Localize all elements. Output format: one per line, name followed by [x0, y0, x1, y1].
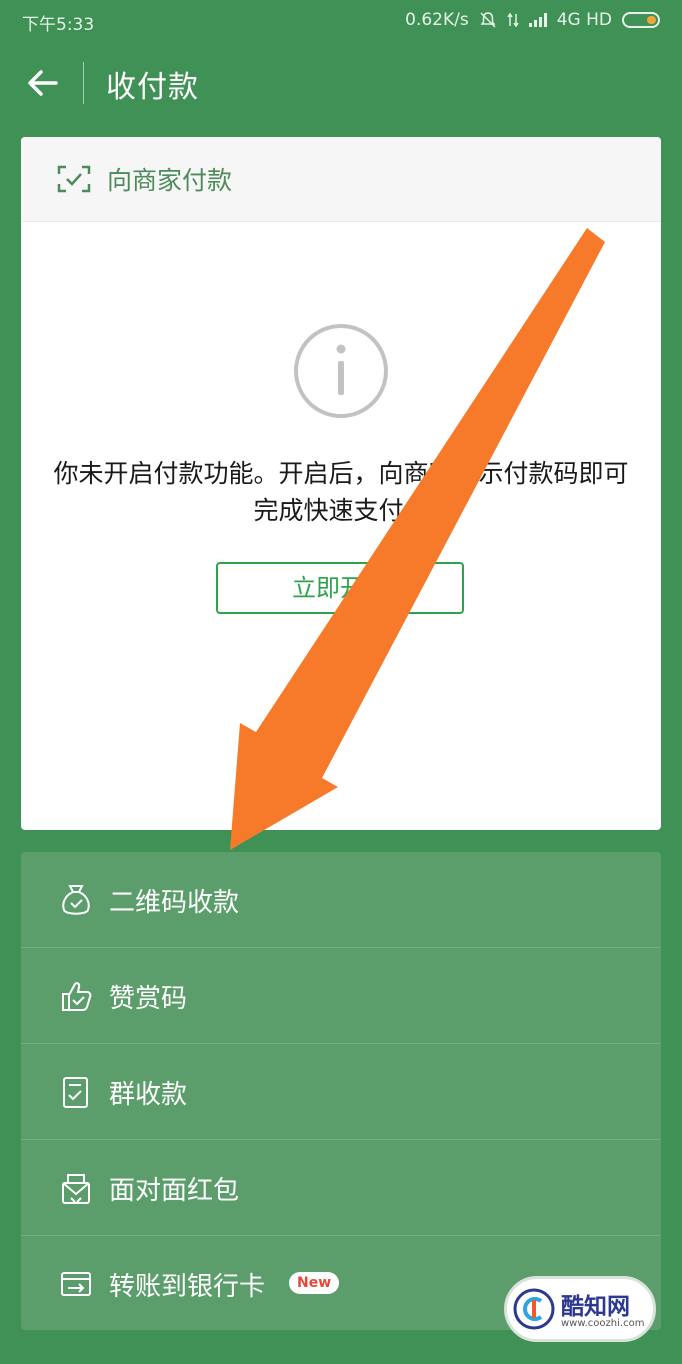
pay-card-title: 向商家付款 — [107, 166, 233, 195]
status-bar: 下午5:33 0.62K/s 4G HD — [0, 0, 682, 40]
menu-item-label: 二维码收款 — [109, 888, 240, 918]
status-indicators: 0.62K/s 4G HD — [405, 10, 660, 30]
site-watermark: 酷知网 www.coozhi.com — [504, 1276, 656, 1342]
enable-payment-button[interactable]: 立即开启 — [216, 562, 464, 614]
pay-card-header: 向商家付款 — [21, 137, 661, 222]
menu-item-label: 面对面红包 — [109, 1176, 240, 1206]
menu-item-label: 赞赏码 — [109, 984, 188, 1014]
mute-icon — [480, 12, 496, 28]
info-icon — [294, 324, 388, 418]
app-bar: 收付款 — [0, 40, 682, 126]
coozhi-logo-icon — [513, 1288, 555, 1330]
watermark-url: www.coozhi.com — [561, 1318, 645, 1329]
group-collect-icon — [63, 1077, 88, 1108]
thumbs-up-icon — [62, 982, 92, 1011]
new-badge: New — [289, 1272, 340, 1294]
app-bar-divider — [83, 62, 84, 104]
menu-item-group-collect[interactable]: 群收款 — [21, 1044, 661, 1140]
watermark-name: 酷知网 — [561, 1294, 630, 1320]
pay-merchant-card: 向商家付款 你未开启付款功能。开启后，向商家出示付款码即可完成快速支付。 立即开… — [21, 137, 661, 830]
signal-icon — [528, 13, 547, 27]
scan-check-icon — [57, 165, 91, 193]
battery-icon — [622, 12, 660, 28]
menu-item-label: 群收款 — [109, 1080, 188, 1110]
menu-item-face-to-face-red-packet[interactable]: 面对面红包 — [21, 1140, 661, 1236]
red-packet-icon — [62, 1174, 90, 1204]
network-type: 4G HD — [556, 10, 612, 30]
status-time: 下午5:33 — [22, 15, 95, 35]
payment-disabled-notice: 你未开启付款功能。开启后，向商家出示付款码即可完成快速支付。 — [53, 459, 629, 525]
payment-menu: 二维码收款 赞赏码 群收款 面对面红包 转账到银行卡 New — [21, 852, 661, 1330]
menu-item-appreciation-code[interactable]: 赞赏码 — [21, 948, 661, 1044]
bank-card-icon — [61, 1272, 91, 1296]
page-title: 收付款 — [106, 70, 199, 105]
data-transfer-icon — [507, 12, 519, 28]
money-bag-icon — [62, 885, 90, 915]
menu-item-label: 转账到银行卡 — [109, 1272, 266, 1302]
network-speed: 0.62K/s — [405, 10, 469, 30]
menu-item-qr-collect[interactable]: 二维码收款 — [21, 852, 661, 948]
back-arrow-icon[interactable] — [24, 64, 62, 102]
